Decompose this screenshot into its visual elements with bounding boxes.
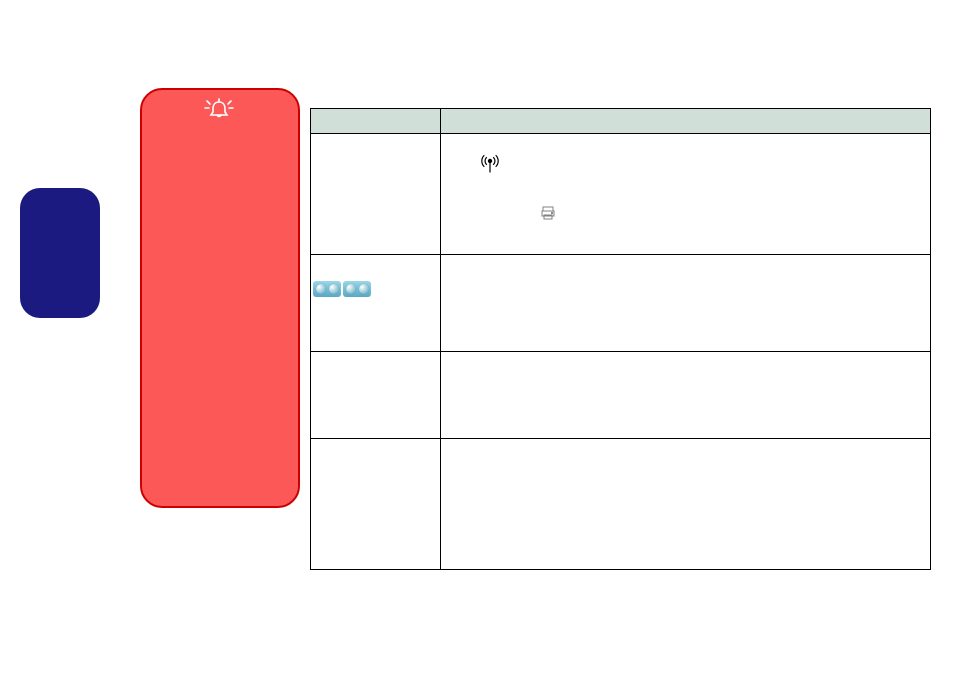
table-cell-left [311, 134, 441, 255]
diagram-canvas [0, 0, 954, 673]
table-cell-left [311, 439, 441, 570]
alarm-bell-icon [204, 96, 234, 127]
table-header-cell [311, 109, 441, 134]
orb-icon [316, 284, 326, 294]
orb-badge [313, 281, 341, 297]
table-cell-right [441, 352, 931, 439]
table-header-cell [441, 109, 931, 134]
orb-icon [329, 284, 339, 294]
red-alarm-block [140, 88, 300, 508]
table-cell-right [441, 439, 931, 570]
table-header-row [311, 109, 931, 134]
blue-device-block [20, 188, 100, 318]
table-row [311, 134, 931, 255]
table-cell-left [311, 255, 441, 352]
table-cell-right [441, 255, 931, 352]
orb-badge-pair [313, 281, 436, 297]
broadcast-icon [479, 152, 501, 179]
spec-table [310, 108, 931, 570]
printer-icon [541, 206, 555, 225]
table-row [311, 352, 931, 439]
orb-icon [359, 284, 369, 294]
table-row [311, 439, 931, 570]
table-cell-left [311, 352, 441, 439]
orb-icon [346, 284, 356, 294]
table-row [311, 255, 931, 352]
orb-badge [343, 281, 371, 297]
table-cell-right [441, 134, 931, 255]
